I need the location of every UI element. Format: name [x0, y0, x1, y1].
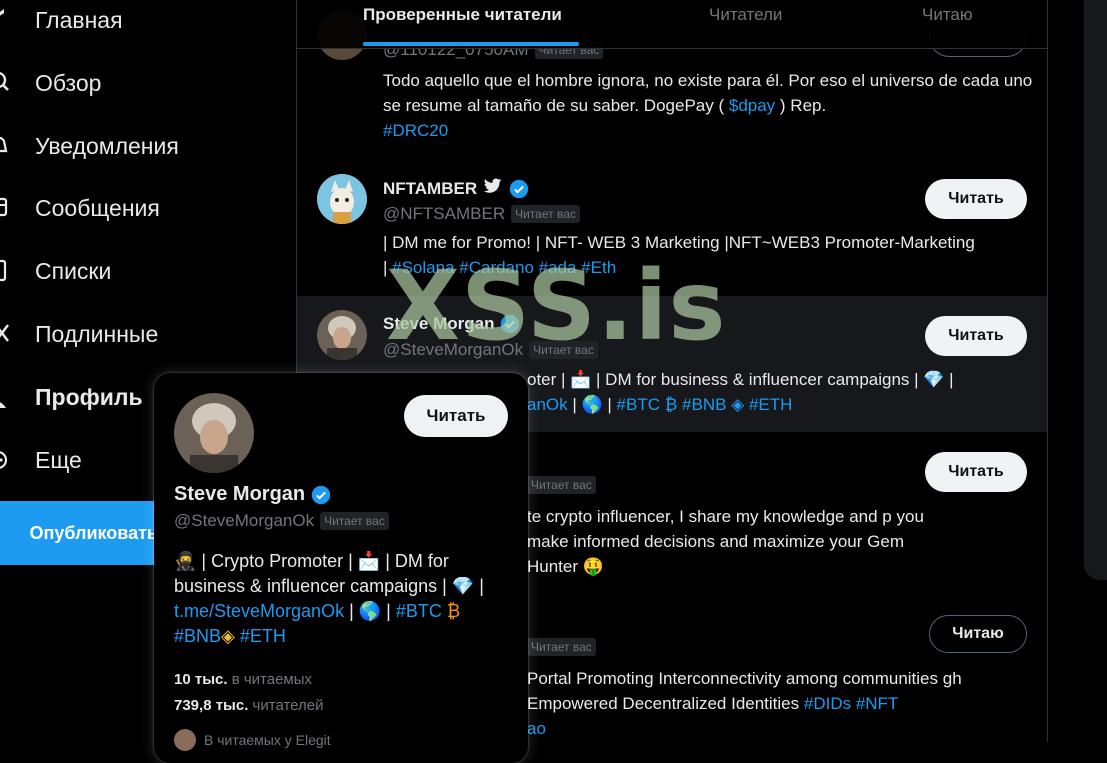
tab-active-indicator — [363, 42, 579, 46]
bio-text: | 🌎 | — [567, 395, 617, 414]
following-count: 10 тыс. — [174, 671, 228, 688]
more-circle-icon — [0, 447, 14, 473]
avatar — [317, 174, 367, 224]
bio-text: oter | 📩 | DM for business & influencer … — [527, 370, 954, 389]
follows-you-badge: Читает вас — [320, 512, 389, 530]
tab-following[interactable]: Читаю — [922, 5, 973, 25]
hovercard-stats: 10 тыс. в читаемых 739,8 тыс. читателей — [174, 667, 323, 719]
handle-line: Читает вас — [527, 638, 596, 656]
nav-label-more: Еще — [35, 446, 82, 473]
hashtag-links[interactable]: #DIDs #NFT — [804, 694, 898, 713]
nav-messages[interactable]: Сообщения — [0, 188, 160, 228]
followers-label: читателей — [252, 697, 324, 714]
home-icon — [0, 7, 14, 33]
tab-bar: Проверенные читатели Читатели Читаю — [297, 0, 1047, 49]
hovercard-name-line: Steve Morgan — [174, 483, 331, 506]
cashtag-link[interactable]: $dpay — [729, 96, 775, 115]
hovercard-handle-line: @SteveMorganOk Читает вас — [174, 511, 389, 531]
user-bio: Portal Promoting Interconnectivity among… — [527, 666, 1027, 741]
mutual-label: В читаемых у Elegit — [204, 732, 331, 748]
tab-followers[interactable]: Читатели — [709, 5, 782, 25]
tab-verified-followers[interactable]: Проверенные читатели — [363, 5, 562, 25]
user-handle: @NFTSAMBER — [383, 204, 506, 223]
nav-label-verified: Подлинные — [35, 320, 159, 347]
user-bio: Todo aquello que el hombre ignora, no ex… — [383, 68, 1033, 143]
avatar — [317, 310, 367, 360]
followers-stat[interactable]: 739,8 тыс. читателей — [174, 693, 323, 719]
follow-button[interactable]: Читать — [404, 395, 508, 437]
nav-more[interactable]: Еще — [0, 440, 82, 480]
user-name[interactable]: NFTAMBER — [383, 179, 477, 199]
bell-icon — [0, 133, 14, 159]
mutual-followers[interactable]: В читаемых у Elegit — [174, 729, 331, 751]
nav-profile[interactable]: Профиль — [0, 377, 143, 417]
follows-you-badge: Читает вас — [527, 476, 596, 494]
hashtag-bnb[interactable]: #BNB — [174, 626, 221, 646]
nav-label-home: Главная — [35, 6, 123, 33]
bio-text: ) Rep. — [775, 96, 827, 115]
bio-text: ao — [527, 719, 546, 738]
explore-icon — [0, 70, 14, 96]
nav-label-profile: Профиль — [35, 383, 143, 410]
nav-home[interactable]: Главная — [0, 0, 123, 40]
bio-text: business & influencer campaigns | 💎 | — [174, 576, 484, 596]
avatar — [174, 729, 196, 751]
verified-badge-icon — [509, 179, 529, 198]
following-stat[interactable]: 10 тыс. в читаемых — [174, 667, 323, 693]
nav-lists[interactable]: Списки — [0, 251, 111, 291]
nav-verified[interactable]: Подлинные — [0, 314, 158, 354]
bitcoin-icon: ₿ — [446, 601, 461, 621]
handle-line: Читает вас — [527, 476, 596, 494]
user-name[interactable]: Steve Morgan — [174, 483, 305, 506]
nav-label-messages: Сообщения — [35, 194, 160, 221]
bio-link[interactable]: anOk — [527, 395, 568, 414]
bnb-icon: ◈ — [221, 626, 235, 646]
watermark: XSS.is — [386, 250, 727, 362]
profile-hover-card: Читать Steve Morgan @SteveMorganOk Читае… — [154, 373, 528, 763]
hashtag-links[interactable]: #BTC ₿ #BNB ◈ #ETH — [617, 395, 793, 414]
following-label: в читаемых — [231, 671, 313, 688]
follow-button[interactable]: Читать — [925, 179, 1027, 219]
nav-label-explore: Обзор — [35, 69, 102, 96]
handle-line: @NFTSAMBER Читает вас — [383, 204, 580, 224]
user-name-line: NFTAMBER — [383, 177, 529, 200]
follow-button[interactable]: Читать — [925, 316, 1027, 356]
bio-link[interactable]: t.me/SteveMorganOk — [174, 601, 344, 621]
x-logo-icon — [0, 321, 14, 347]
hashtag-btc[interactable]: #BTC — [396, 601, 442, 621]
mail-icon — [0, 195, 14, 221]
hashtag-link[interactable]: #DRC20 — [383, 121, 448, 140]
follow-button[interactable]: Читать — [925, 452, 1027, 492]
hovercard-bio: 🥷 | Crypto Promoter | 📩 | DM for busines… — [174, 551, 484, 646]
avatar[interactable] — [174, 393, 254, 473]
nav-label-lists: Списки — [35, 257, 112, 284]
follows-you-badge: Читает вас — [511, 205, 580, 223]
follows-you-badge: Читает вас — [527, 638, 596, 656]
user-bio: oter | 📩 | DM for business & influencer … — [527, 367, 1027, 417]
publish-label: Опубликовать — [29, 522, 154, 543]
following-button[interactable]: Читаю — [929, 615, 1027, 653]
list-icon — [0, 258, 14, 284]
publish-button[interactable]: Опубликовать — [0, 501, 154, 565]
bio-text: 🥷 | Crypto Promoter | 📩 | DM for — [174, 551, 449, 571]
user-handle: @SteveMorganOk — [174, 511, 315, 530]
right-sidebar — [1084, 0, 1107, 580]
nav-label-notifications: Уведомления — [35, 132, 179, 159]
user-bio: te crypto influencer, I share my knowled… — [527, 507, 924, 576]
hashtag-eth[interactable]: #ETH — [240, 626, 286, 646]
nav-explore[interactable]: Обзор — [0, 63, 101, 103]
followers-count: 739,8 тыс. — [174, 697, 249, 714]
nav-notifications[interactable]: Уведомления — [0, 126, 179, 166]
bio-text: Todo aquello que el hombre ignora, no ex… — [383, 71, 1033, 115]
person-icon — [0, 384, 14, 410]
bird-icon — [483, 177, 503, 200]
verified-badge-icon — [311, 485, 331, 504]
